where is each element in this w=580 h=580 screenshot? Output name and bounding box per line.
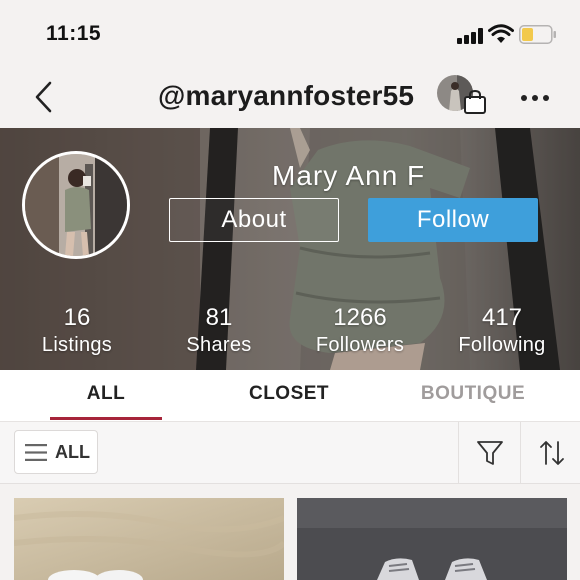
shopping-bag-icon[interactable] (463, 89, 487, 115)
divider (458, 422, 459, 484)
filter-all-button[interactable]: ALL (14, 430, 98, 474)
listing-photo (297, 498, 567, 580)
profile-cover: Mary Ann F About Follow 16 Listings 81 S… (0, 128, 580, 370)
more-horizontal-icon[interactable] (520, 94, 550, 102)
stat-followers[interactable]: 1266 Followers (300, 304, 420, 358)
sort-arrows-icon[interactable] (538, 439, 566, 467)
stat-shares[interactable]: 81 Shares (159, 304, 279, 358)
stat-value: 81 (205, 304, 233, 331)
username-title: @maryannfoster55 (158, 80, 415, 111)
tab-closet[interactable]: CLOSET (232, 370, 346, 422)
status-time: 11:15 (46, 22, 102, 45)
stat-label: Following (458, 334, 546, 356)
stat-following[interactable]: 417 Following (442, 304, 562, 358)
chevron-left-icon[interactable] (30, 80, 56, 114)
filter-bar: ALL (0, 422, 580, 484)
listing-card[interactable] (297, 498, 567, 580)
listing-photo (14, 498, 284, 580)
stat-label: Shares (186, 334, 252, 356)
stat-listings[interactable]: 16 Listings (17, 304, 137, 358)
stat-value: 16 (63, 304, 91, 331)
active-tab-indicator (50, 417, 162, 420)
battery-icon (519, 25, 556, 44)
wifi-icon (488, 24, 514, 43)
stat-label: Listings (41, 334, 113, 356)
follow-button[interactable]: Follow (368, 198, 538, 242)
listing-card[interactable] (14, 498, 284, 580)
stat-label: Followers (315, 334, 405, 356)
about-button[interactable]: About (169, 198, 339, 242)
stat-value: 1266 (333, 304, 387, 331)
stat-value: 417 (481, 304, 523, 331)
status-bar: 11:15 (0, 0, 580, 64)
filter-all-label: ALL (55, 442, 90, 462)
signal-icon (457, 28, 485, 44)
nav-bar: @maryannfoster55 (0, 64, 580, 128)
display-name: Mary Ann F (272, 160, 426, 191)
divider (520, 422, 521, 484)
profile-avatar[interactable] (22, 151, 130, 259)
listings-grid (0, 484, 580, 580)
closet-tabs: ALL CLOSET BOUTIQUE (0, 370, 580, 422)
menu-icon (25, 444, 47, 461)
tab-boutique[interactable]: BOUTIQUE (412, 370, 534, 422)
tab-all[interactable]: ALL (50, 370, 162, 422)
funnel-icon[interactable] (476, 439, 504, 467)
